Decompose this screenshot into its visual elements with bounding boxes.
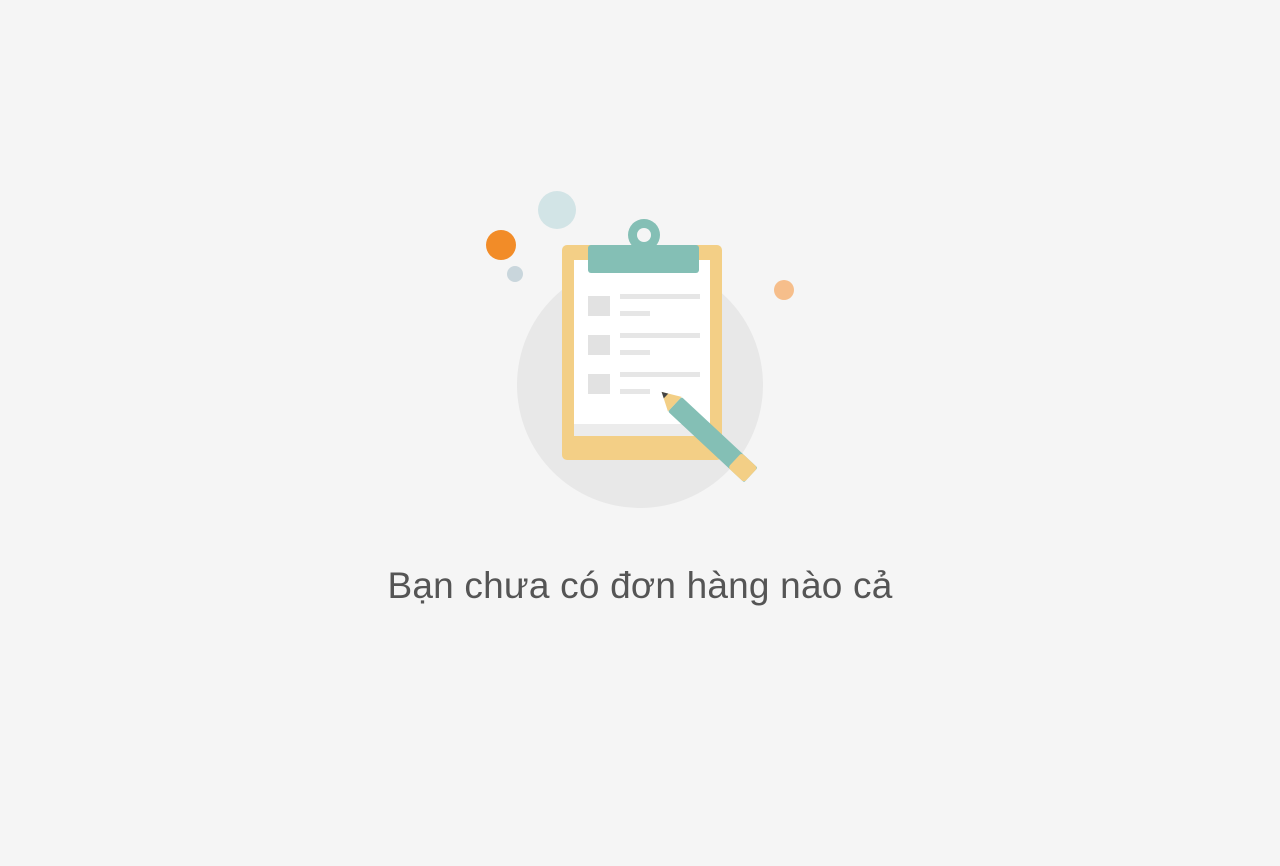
decor-dot-teal (538, 191, 576, 229)
list-checkbox (588, 374, 610, 394)
list-checkbox (588, 335, 610, 355)
decor-dot-grey (507, 266, 523, 282)
clipboard-pencil-icon (486, 191, 794, 508)
empty-orders-message: Bạn chưa có đơn hàng nào cả (387, 565, 893, 606)
decor-dot-peach (774, 280, 794, 300)
empty-orders-illustration (470, 180, 810, 520)
orders-empty-screen: Bạn chưa có đơn hàng nào cả (0, 0, 1280, 866)
list-checkbox (588, 296, 610, 316)
decor-dot-orange (486, 230, 516, 260)
clip-bar (588, 245, 699, 273)
